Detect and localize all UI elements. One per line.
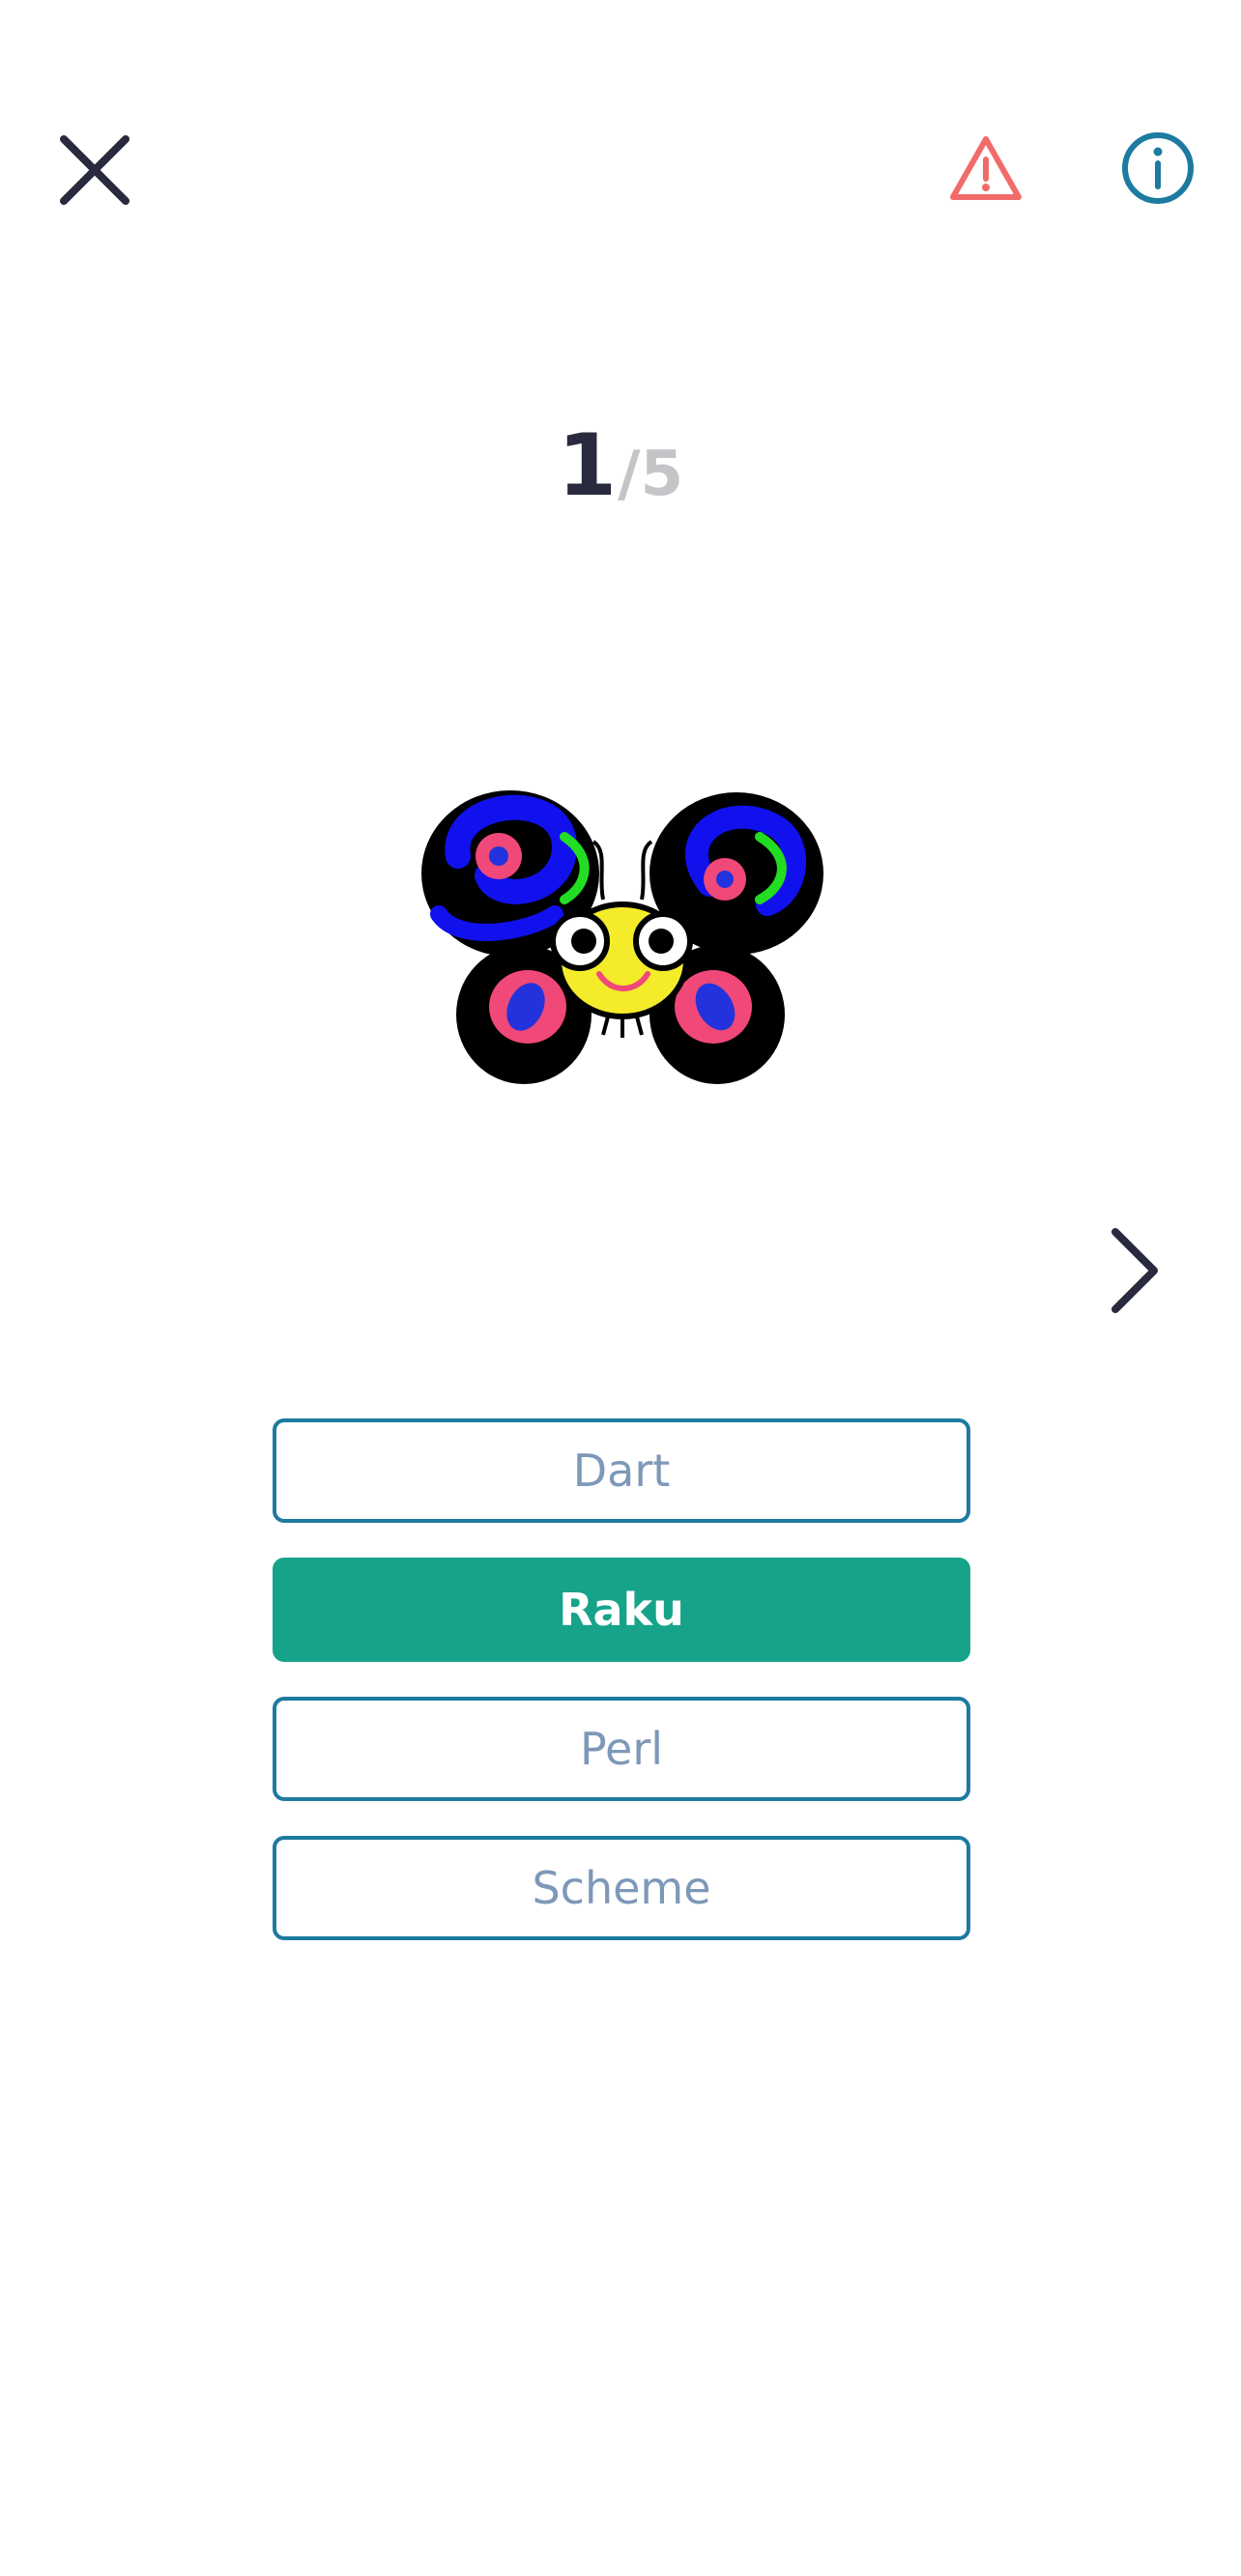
counter-separator: / [618,439,641,510]
total-questions: 5 [640,439,684,510]
next-question-button[interactable] [1082,1208,1187,1333]
close-button[interactable] [43,118,147,222]
question-counter: 1/5 [0,415,1241,515]
current-question-number: 1 [557,415,619,515]
answer-option-raku[interactable]: Raku [273,1558,970,1662]
answer-option-scheme[interactable]: Scheme [273,1836,970,1940]
answer-option-dart[interactable]: Dart [273,1418,970,1523]
close-icon [60,135,130,205]
answer-option-perl[interactable]: Perl [273,1697,970,1801]
chevron-right-icon [1111,1228,1158,1313]
answer-options: Dart Raku Perl Scheme [273,1418,970,1975]
butterfly-illustration [421,790,823,1084]
warning-triangle-icon [950,136,1022,200]
report-button[interactable] [936,118,1036,218]
info-button[interactable] [1108,118,1208,218]
info-circle-icon [1122,132,1194,204]
